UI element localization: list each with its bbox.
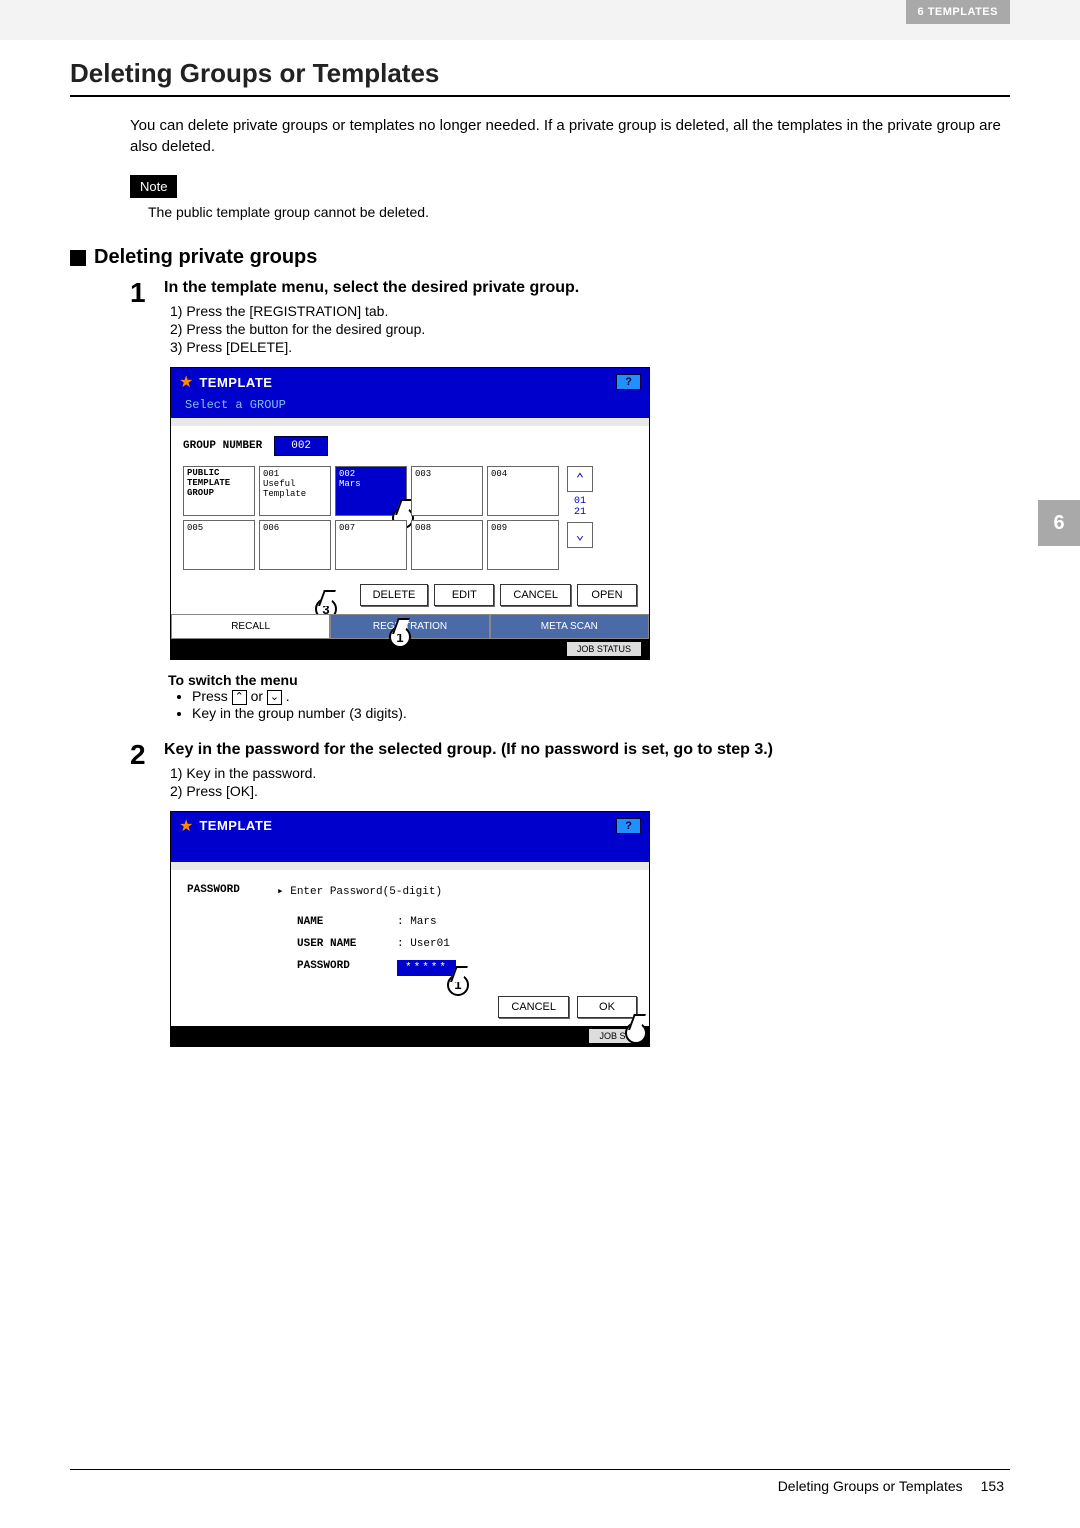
star-icon: ★ <box>179 372 193 392</box>
screen-subtitle: Select a GROUP <box>171 396 649 418</box>
step2-item: 1) Key in the password. <box>170 765 1010 781</box>
public-template-group-cell[interactable]: PUBLIC TEMPLATE GROUP <box>183 466 255 516</box>
help-button[interactable]: ? <box>616 374 641 390</box>
name-value: : Mars <box>397 916 437 928</box>
scroll-down-button[interactable]: ⌄ <box>567 522 593 548</box>
footer-text: Deleting Groups or Templates153 <box>778 1478 1004 1494</box>
screenshot-template-groups: ★ TEMPLATE ? Select a GROUP GROUP NUMBER… <box>170 367 650 660</box>
status-bar: JOB ST 2 <box>171 1026 649 1046</box>
switch-menu-heading: To switch the menu <box>168 672 1010 688</box>
username-label: USER NAME <box>297 938 397 950</box>
password-heading: PASSWORD <box>187 884 277 898</box>
toolbar-spacer <box>171 418 649 426</box>
group-number-label: GROUP NUMBER <box>183 440 262 452</box>
screen-title: TEMPLATE <box>199 818 272 833</box>
name-label: NAME <box>297 916 397 928</box>
screen-titlebar: ★ TEMPLATE ? <box>171 812 649 840</box>
group-cell[interactable]: 006 <box>259 520 331 570</box>
switch-bullet-press: Press ⌃ or ⌄ . <box>192 688 1010 705</box>
side-thumb-index: 6 <box>1038 500 1080 546</box>
step2-title: Key in the password for the selected gro… <box>164 741 1010 759</box>
scroll-up-button[interactable]: ⌃ <box>567 466 593 492</box>
step1-list: 1) Press the [REGISTRATION] tab. 2) Pres… <box>170 303 1010 355</box>
job-status-button[interactable]: JOB STATUS <box>567 642 641 656</box>
up-key-icon: ⌃ <box>232 690 247 705</box>
delete-button[interactable]: DELETE <box>360 584 429 606</box>
group-number-value[interactable]: 002 <box>274 436 328 456</box>
screen-subtitle-empty <box>171 840 649 862</box>
username-value: : User01 <box>397 938 450 950</box>
step1-title: In the template menu, select the desired… <box>164 279 1010 297</box>
square-bullet-icon <box>70 250 86 266</box>
down-key-icon: ⌄ <box>267 690 282 705</box>
switch-bullets: Press ⌃ or ⌄ . Key in the group number (… <box>192 688 1010 721</box>
note-text: The public template group cannot be dele… <box>148 204 1010 220</box>
switch-bullet-keyin: Key in the group number (3 digits). <box>192 705 1010 721</box>
tab-recall[interactable]: RECALL <box>171 614 330 639</box>
password-input[interactable]: ***** <box>397 960 456 976</box>
group-cell[interactable]: 004 <box>487 466 559 516</box>
cancel-button[interactable]: CANCEL <box>498 996 569 1018</box>
callout-1-icon: 1 <box>389 626 411 648</box>
step2-item: 2) Press [OK]. <box>170 783 1010 799</box>
screenshot-password: ★ TEMPLATE ? PASSWORD ▸ Enter Password(5… <box>170 811 650 1047</box>
screen-title: TEMPLATE <box>199 375 272 390</box>
step1-item: 2) Press the button for the desired grou… <box>170 321 1010 337</box>
group-cell[interactable]: 009 <box>487 520 559 570</box>
tab-metascan[interactable]: META SCAN <box>490 614 649 639</box>
group-cell[interactable]: 001Useful Template <box>259 466 331 516</box>
help-button[interactable]: ? <box>616 818 641 834</box>
step1-item: 3) Press [DELETE]. <box>170 339 1010 355</box>
group-cell[interactable]: 008 <box>411 520 483 570</box>
group-cell[interactable]: 003 <box>411 466 483 516</box>
step1-item: 1) Press the [REGISTRATION] tab. <box>170 303 1010 319</box>
group-cell[interactable]: 007 <box>335 520 407 570</box>
screen-titlebar: ★ TEMPLATE ? <box>171 368 649 396</box>
note-label: Note <box>130 175 177 198</box>
cancel-button[interactable]: CANCEL <box>500 584 571 606</box>
subsection-title: Deleting private groups <box>94 246 317 269</box>
step-number-2: 2 <box>130 741 164 801</box>
password-field-label: PASSWORD <box>297 960 397 976</box>
password-hint: ▸ Enter Password(5-digit) <box>277 884 442 898</box>
step2-list: 1) Key in the password. 2) Press [OK]. <box>170 765 1010 799</box>
status-bar: JOB STATUS <box>171 639 649 659</box>
intro-paragraph: You can delete private groups or templat… <box>130 115 1010 157</box>
step-number-1: 1 <box>130 279 164 357</box>
footer-rule <box>70 1469 1010 1470</box>
ok-button[interactable]: OK <box>577 996 637 1018</box>
section-title: Deleting Groups or Templates <box>70 58 1010 97</box>
group-cell[interactable]: 005 <box>183 520 255 570</box>
group-cell-selected[interactable]: 002Mars 2 <box>335 466 407 516</box>
page-fraction: 0121 <box>574 496 586 518</box>
callout-1-icon: 1 <box>447 974 469 996</box>
callout-2-icon: 2 <box>625 1022 647 1044</box>
star-icon: ★ <box>179 816 193 836</box>
edit-button[interactable]: EDIT <box>434 584 494 606</box>
open-button[interactable]: OPEN <box>577 584 637 606</box>
toolbar-spacer <box>171 862 649 870</box>
